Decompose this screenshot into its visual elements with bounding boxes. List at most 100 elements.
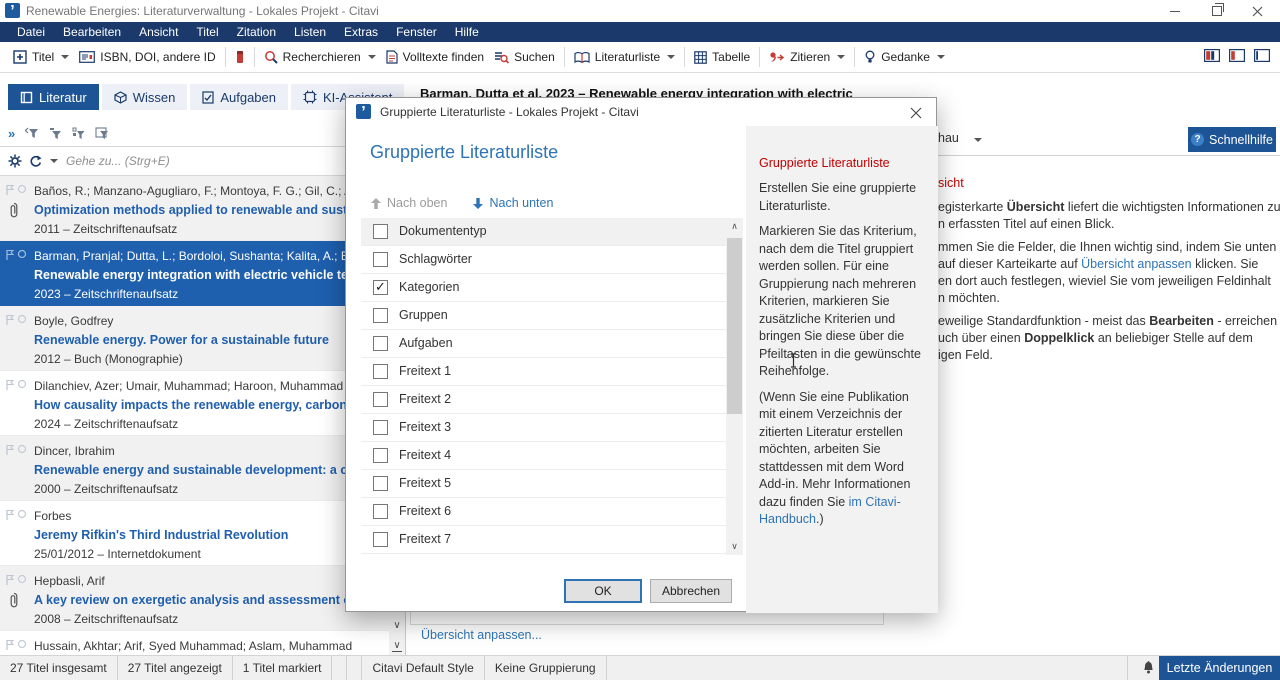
criteria-checkbox[interactable] (373, 476, 388, 491)
filter-back-icon[interactable] (25, 127, 39, 140)
uebersicht-anpassen-link[interactable]: Übersicht anpassen... (421, 628, 542, 642)
criteria-checkbox[interactable] (373, 336, 388, 351)
reference-item[interactable]: Boyle, Godfrey Renewable energy. Power f… (0, 306, 390, 371)
document-icon (386, 50, 398, 64)
criteria-row[interactable]: Freitext 2 (361, 386, 726, 414)
tab-literatur[interactable]: Literatur (8, 84, 99, 110)
flag-icon (5, 249, 15, 261)
literaturliste-button[interactable]: Literaturliste (569, 47, 680, 67)
close-button[interactable] (1240, 0, 1274, 22)
criteria-row[interactable]: Gruppen (361, 302, 726, 330)
zitieren-button[interactable]: Zitieren (764, 47, 850, 67)
status-citation-style[interactable]: Citavi Default Style (362, 656, 484, 680)
criteria-checkbox[interactable] (373, 224, 388, 239)
vorschau-tab-fragment[interactable]: hau (938, 131, 959, 145)
layout-two-columns-icon[interactable] (1229, 49, 1245, 62)
menu-extras[interactable]: Extras (335, 22, 387, 42)
menu-fenster[interactable]: Fenster (387, 22, 446, 42)
tabelle-button[interactable]: Tabelle (689, 47, 755, 67)
criteria-checkbox[interactable] (373, 504, 388, 519)
criteria-row[interactable]: Dokumententyp (361, 218, 726, 246)
criteria-row[interactable]: Freitext 3 (361, 414, 726, 442)
criteria-checkbox[interactable] (373, 392, 388, 407)
scroll-up-button[interactable] (726, 218, 743, 235)
menu-listen[interactable]: Listen (285, 22, 335, 42)
reference-item[interactable]: Forbes Jeremy Rifkin's Third Industrial … (0, 501, 390, 566)
criteria-checkbox[interactable] (373, 364, 388, 379)
menu-titel[interactable]: Titel (187, 22, 227, 42)
chevron-down-icon[interactable] (974, 138, 982, 142)
tab-wissen[interactable]: Wissen (102, 84, 188, 110)
criteria-row[interactable]: Freitext 4 (361, 442, 726, 470)
scroll-to-end-button[interactable] (389, 636, 405, 655)
scroll-down-button[interactable] (726, 538, 743, 555)
isbn-doi-button[interactable]: ISBN, DOI, andere ID (74, 47, 220, 67)
refresh-icon[interactable] (28, 155, 42, 168)
move-up-button[interactable]: Nach oben (371, 196, 447, 210)
move-down-button[interactable]: Nach unten (473, 196, 553, 210)
reference-item-selected[interactable]: Barman, Pranjal; Dutta, L.; Bordoloi, Su… (0, 241, 390, 306)
flag-icon (5, 184, 15, 196)
layout-single-column-icon[interactable] (1254, 49, 1270, 62)
volltexte-finden-button[interactable]: Volltexte finden (381, 47, 489, 67)
suchen-button[interactable]: Suchen (489, 47, 560, 67)
criteria-checkbox[interactable] (373, 448, 388, 463)
titel-button[interactable]: Titel (8, 47, 74, 67)
filter-flat-icon[interactable] (49, 127, 62, 140)
picker-button[interactable] (230, 47, 250, 67)
menu-ansicht[interactable]: Ansicht (130, 22, 187, 42)
ok-button[interactable]: OK (564, 579, 642, 603)
criteria-checkbox[interactable] (373, 280, 388, 295)
window-title: Renewable Energies: Literaturverwaltung … (26, 0, 379, 22)
criteria-row[interactable]: Freitext 7 (361, 526, 726, 554)
reference-item[interactable]: Baños, R.; Manzano-Agugliaro, F.; Montoy… (0, 176, 390, 241)
scrollbar-thumb[interactable] (727, 238, 742, 414)
reference-item[interactable]: Hussain, Akhtar; Arif, Syed Muhammad; As… (0, 631, 390, 655)
status-empty-cell (347, 656, 362, 680)
schnellhilfe-button[interactable]: Schnellhilfe (1188, 127, 1276, 152)
reference-item[interactable]: Dilanchiev, Azer; Umair, Muhammad; Haroo… (0, 371, 390, 436)
minimize-button[interactable] (1158, 0, 1192, 22)
menu-hilfe[interactable]: Hilfe (446, 22, 488, 42)
chevron-down-icon[interactable] (50, 159, 58, 163)
reference-item[interactable]: Hepbasli, Arif A key review on exergetic… (0, 566, 390, 631)
dialog-close-button[interactable] (906, 103, 926, 123)
abbrechen-button[interactable]: Abbrechen (650, 579, 732, 603)
uebersicht-anpassen-inline-link[interactable]: Übersicht anpassen (1081, 257, 1191, 271)
tab-aufgaben[interactable]: Aufgaben (190, 84, 288, 110)
menu-datei[interactable]: Datei (8, 22, 54, 42)
id-card-icon (79, 51, 95, 63)
status-bar: 27 Titel insgesamt 27 Titel angezeigt 1 … (0, 655, 1280, 680)
chevron-double-icon[interactable] (8, 126, 15, 141)
letzte-aenderungen-button[interactable]: Letzte Änderungen (1159, 656, 1280, 680)
gedanke-button[interactable]: Gedanke (859, 47, 950, 67)
menu-zitation[interactable]: Zitation (228, 22, 285, 42)
criteria-row[interactable]: Schlagwörter (361, 246, 726, 274)
criteria-checkbox[interactable] (373, 308, 388, 323)
status-total: 27 Titel insgesamt (0, 656, 118, 680)
criteria-row[interactable]: Freitext 5 (361, 470, 726, 498)
criteria-row[interactable]: Freitext 6 (361, 498, 726, 526)
question-mark-icon (1191, 133, 1204, 146)
dialog-heading: Gruppierte Literaturliste (370, 142, 558, 163)
criteria-scrollbar[interactable] (726, 218, 743, 555)
gear-icon[interactable] (8, 154, 22, 168)
reference-list: Baños, R.; Manzano-Agugliaro, F.; Montoy… (0, 176, 390, 655)
criteria-checkbox[interactable] (373, 420, 388, 435)
criteria-row[interactable]: Aufgaben (361, 330, 726, 358)
reference-item[interactable]: Dincer, Ibrahim Renewable energy and sus… (0, 436, 390, 501)
criteria-checkbox[interactable] (373, 532, 388, 547)
criteria-row[interactable]: Kategorien (361, 274, 726, 302)
criteria-checkbox[interactable] (373, 252, 388, 267)
menu-bearbeiten[interactable]: Bearbeiten (54, 22, 130, 42)
notification-bell-icon[interactable] (1141, 660, 1156, 676)
layout-three-columns-icon[interactable] (1204, 49, 1220, 62)
goto-search-input[interactable] (64, 153, 348, 169)
criteria-row[interactable]: Freitext 1 (361, 358, 726, 386)
filter-panel-icon[interactable] (95, 127, 109, 140)
recherchieren-button[interactable]: Recherchieren (259, 47, 381, 67)
status-grouping[interactable]: Keine Gruppierung (485, 656, 607, 680)
scroll-down-button[interactable] (389, 616, 405, 636)
restore-button[interactable] (1200, 0, 1234, 22)
filter-compact-icon[interactable] (72, 127, 85, 140)
